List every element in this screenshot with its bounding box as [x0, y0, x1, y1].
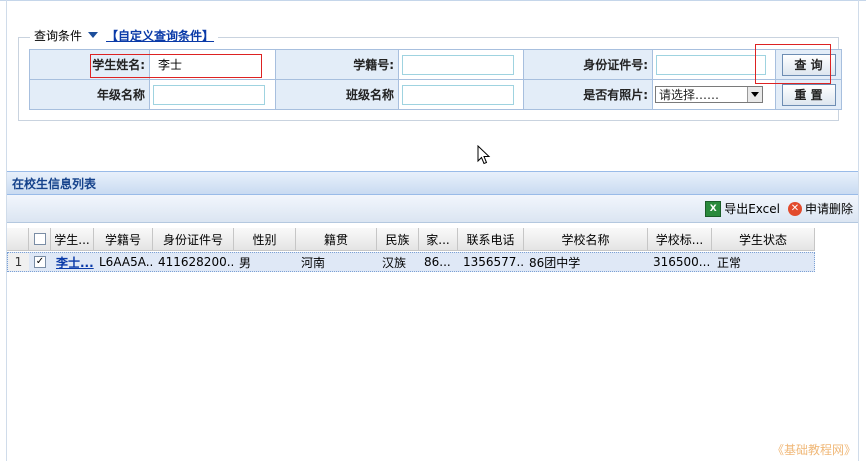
photo-cell: 请选择……	[652, 79, 776, 110]
export-excel-button[interactable]: X 导出Excel	[705, 200, 780, 217]
class-cell	[398, 79, 524, 110]
cell-school-name: 86团中学	[529, 255, 581, 270]
caret-down-icon[interactable]	[88, 32, 99, 38]
row-checkbox-cell: ✓	[29, 253, 51, 271]
grid-toolbar: X 导出Excel ✕ 申请删除	[7, 195, 858, 223]
cell-ethnicity: 汉族	[382, 255, 407, 270]
mouse-cursor-icon	[477, 145, 491, 165]
request-delete-button[interactable]: ✕ 申请删除	[787, 200, 853, 217]
student-no-cell	[398, 49, 524, 80]
col-phone[interactable]: 联系电话	[458, 228, 524, 251]
rownum-header	[7, 228, 29, 251]
custom-query-link[interactable]: 【自定义查询条件】	[106, 27, 214, 44]
query-legend-label: 查询条件	[34, 28, 83, 43]
col-student-no[interactable]: 学籍号	[94, 228, 153, 251]
frame-top-border	[0, 0, 866, 1]
cell-id-no: 411628200...	[158, 255, 234, 269]
col-student-name[interactable]: 学生...	[51, 228, 94, 251]
row-number: 1	[8, 253, 29, 271]
highlight-search-button	[755, 44, 831, 84]
delete-icon: ✕	[787, 201, 802, 216]
grid-title-bar: 在校生信息列表	[7, 171, 858, 195]
highlight-student-name	[90, 54, 262, 78]
cell-gender: 男	[239, 255, 252, 270]
cell-student-status: 正常	[717, 255, 742, 270]
request-delete-label: 申请删除	[804, 202, 853, 216]
grade-label: 年级名称	[29, 79, 150, 110]
grade-input[interactable]	[153, 84, 265, 105]
photo-select-value: 请选择……	[659, 88, 720, 102]
select-all-header	[29, 228, 51, 251]
row-checkbox[interactable]: ✓	[34, 256, 46, 268]
reset-button[interactable]: 重 置	[781, 83, 836, 106]
grade-cell	[149, 79, 276, 110]
col-gender[interactable]: 性别	[234, 228, 296, 251]
cell-family: 86...	[424, 255, 451, 269]
watermark: 《基础教程网》	[772, 443, 857, 457]
col-native-place[interactable]: 籍贯	[296, 228, 377, 251]
col-id-no[interactable]: 身份证件号	[153, 228, 234, 251]
grid-title: 在校生信息列表	[12, 176, 97, 191]
photo-select[interactable]: 请选择……	[655, 86, 763, 103]
select-all-checkbox[interactable]	[33, 233, 46, 245]
col-ethnicity[interactable]: 民族	[377, 228, 419, 251]
query-legend: 查询条件 【自定义查询条件】	[30, 26, 219, 44]
excel-icon: X	[705, 200, 722, 217]
student-no-label: 学籍号:	[275, 49, 399, 80]
col-family[interactable]: 家...	[419, 228, 458, 251]
class-label: 班级名称	[275, 79, 399, 110]
class-input[interactable]	[402, 84, 514, 105]
frame-right-border	[858, 0, 859, 461]
id-no-input[interactable]	[656, 54, 766, 75]
cell-school-code: 316500...	[653, 255, 711, 269]
col-school-code[interactable]: 学校标...	[648, 228, 712, 251]
cell-student-name[interactable]: 李士...	[51, 253, 94, 271]
export-excel-label: 导出Excel	[724, 202, 780, 216]
reset-button-cell: 重 置	[775, 79, 842, 110]
id-no-label: 身份证件号:	[523, 49, 653, 80]
col-school-name[interactable]: 学校名称	[524, 228, 648, 251]
cell-student-no: L6AA5A...	[99, 255, 153, 269]
photo-label: 是否有照片:	[523, 79, 653, 110]
col-student-status[interactable]: 学生状态	[712, 228, 815, 251]
cell-native-place: 河南	[301, 255, 326, 270]
cell-phone: 1356577...	[463, 255, 524, 269]
dropdown-arrow-icon[interactable]	[747, 87, 762, 102]
student-no-input[interactable]	[402, 54, 514, 75]
